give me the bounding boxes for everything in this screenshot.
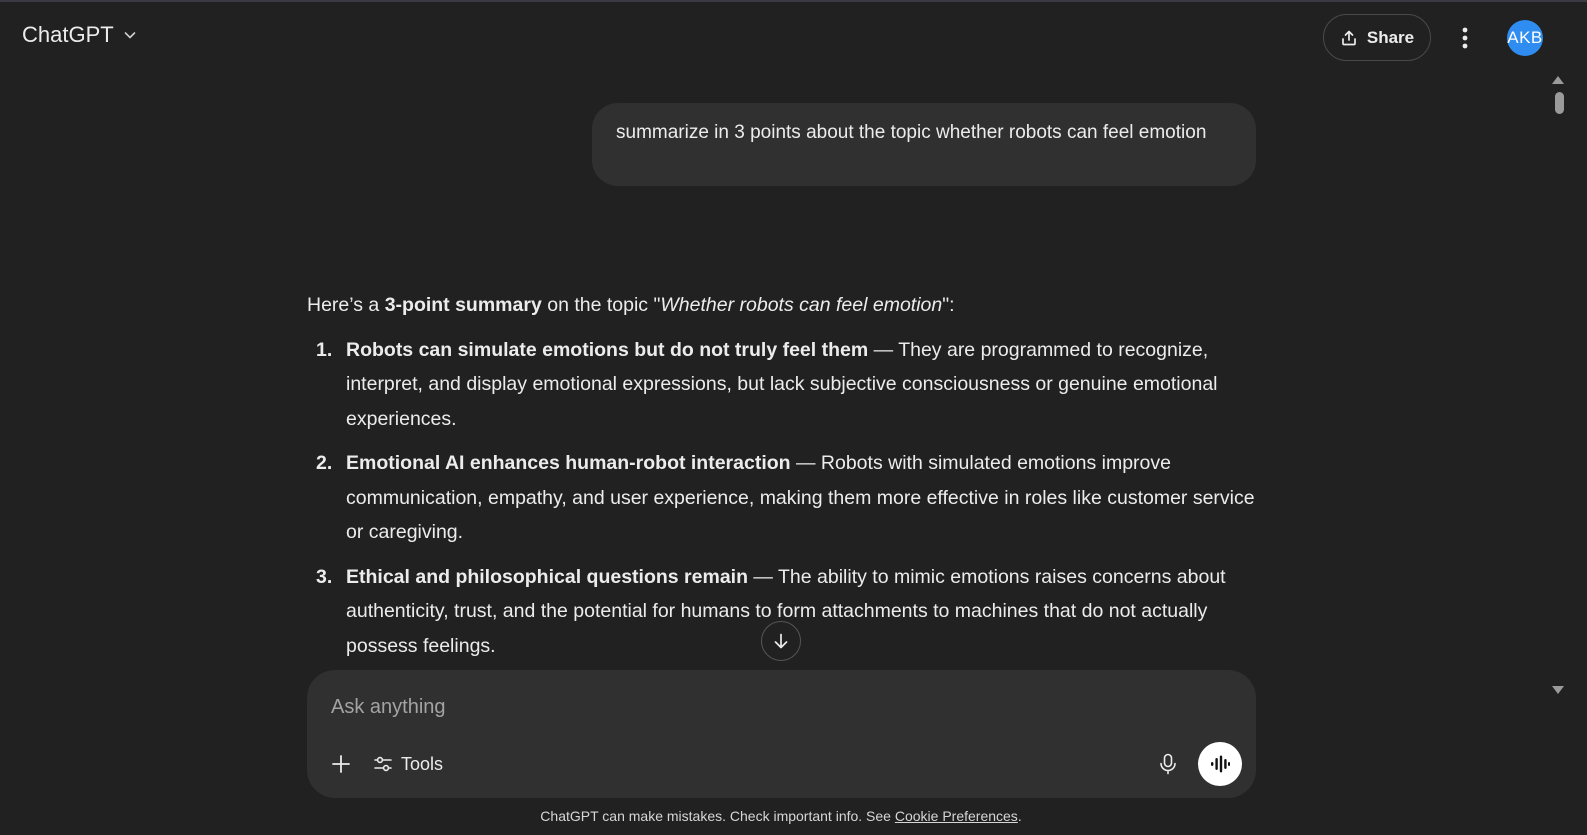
list-item: 1. Robots can simulate emotions but do no… bbox=[307, 333, 1257, 437]
composer: Tools bbox=[307, 670, 1256, 798]
voice-waveform-icon bbox=[1211, 755, 1230, 773]
list-number: 2. bbox=[316, 452, 333, 474]
intro-prefix: Here’s a bbox=[307, 294, 385, 316]
microphone-icon bbox=[1160, 753, 1176, 775]
user-message-text: summarize in 3 points about the topic wh… bbox=[616, 122, 1207, 143]
add-attachment-button[interactable] bbox=[327, 750, 355, 778]
prompt-input[interactable] bbox=[331, 690, 1211, 724]
scrollbar-down-arrow[interactable] bbox=[1552, 686, 1564, 694]
cookie-preferences-link[interactable]: Cookie Preferences bbox=[895, 808, 1018, 824]
more-options-button[interactable] bbox=[1448, 20, 1482, 56]
top-bar: ChatGPT Share AKB bbox=[0, 2, 1587, 68]
model-name: ChatGPT bbox=[22, 22, 114, 47]
list-number: 1. bbox=[316, 338, 333, 361]
tools-button[interactable]: Tools bbox=[373, 750, 443, 778]
assistant-intro: Here’s a 3-point summary on the topic "W… bbox=[307, 288, 1257, 323]
chevron-down-icon bbox=[124, 32, 136, 39]
disclaimer-footer: ChatGPT can make mistakes. Check importa… bbox=[0, 808, 1562, 824]
list-number: 3. bbox=[316, 565, 333, 588]
share-label: Share bbox=[1366, 27, 1415, 47]
scrollbar-thumb[interactable] bbox=[1555, 92, 1564, 114]
voice-mode-button[interactable] bbox=[1198, 742, 1242, 786]
point-title: Robots can simulate emotions but do not … bbox=[346, 338, 869, 361]
tools-label: Tools bbox=[401, 753, 444, 774]
disclaimer-text: ChatGPT can make mistakes. Check importa… bbox=[540, 808, 895, 824]
share-icon bbox=[1342, 30, 1356, 45]
list-item: 2. Emotional AI enhances human-robot inte… bbox=[307, 446, 1257, 550]
summary-list: 1. Robots can simulate emotions but do no… bbox=[307, 333, 1257, 664]
scrollbar-up-arrow[interactable] bbox=[1552, 76, 1564, 84]
share-button[interactable]: Share bbox=[1323, 14, 1431, 61]
model-selector[interactable]: ChatGPT bbox=[22, 22, 138, 48]
dictate-button[interactable] bbox=[1154, 750, 1182, 778]
intro-middle: on the topic " bbox=[541, 294, 661, 316]
intro-topic: Whether robots can feel emotion bbox=[660, 294, 943, 316]
intro-bold: 3-point summary bbox=[384, 294, 542, 316]
assistant-message: Here’s a 3-point summary on the topic "W… bbox=[307, 288, 1257, 673]
user-message: summarize in 3 points about the topic wh… bbox=[592, 103, 1256, 186]
more-vertical-icon bbox=[1462, 27, 1468, 49]
user-avatar[interactable]: AKB bbox=[1507, 20, 1543, 56]
plus-icon bbox=[332, 755, 350, 773]
point-title: Emotional AI enhances human-robot intera… bbox=[346, 452, 791, 474]
scroll-to-bottom-button[interactable] bbox=[761, 621, 801, 661]
sliders-icon bbox=[374, 756, 392, 772]
point-title: Ethical and philosophical questions rema… bbox=[346, 565, 748, 588]
intro-suffix: ": bbox=[942, 294, 955, 316]
arrow-down-icon bbox=[774, 633, 788, 649]
disclaimer-end: . bbox=[1017, 808, 1022, 824]
